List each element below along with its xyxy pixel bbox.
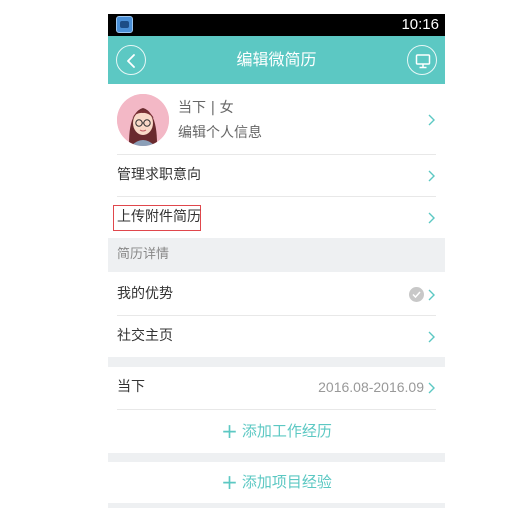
chevron-right-icon	[428, 289, 435, 301]
add-project-label: 添加项目经验	[241, 473, 332, 491]
edit-profile-label: 编辑个人信息	[178, 125, 262, 141]
status-time: 10:16	[401, 16, 439, 33]
add-work-button[interactable]: + 添加工作经历	[108, 410, 445, 453]
nav-bar: 编辑微简历	[108, 36, 445, 84]
chevron-right-icon	[428, 212, 435, 224]
plus-icon: +	[221, 419, 238, 443]
phone-screen: 10:16 编辑微简历 当下 | 女 编辑个人信息 管理求职意向 上传附件简历 …	[108, 14, 445, 508]
chevron-right-icon	[428, 114, 435, 126]
page-title: 编辑微简历	[236, 50, 317, 69]
resume-details-header: 简历详情	[108, 238, 445, 272]
add-work-label: 添加工作经历	[241, 422, 332, 440]
social-home-label: 社交主页	[117, 328, 173, 344]
advantage-row[interactable]: 我的优势	[108, 274, 445, 315]
work-date-range: 2016.08-2016.09	[318, 379, 424, 395]
profile-row[interactable]: 当下 | 女 编辑个人信息	[108, 84, 445, 154]
chevron-right-icon	[428, 170, 435, 182]
avatar	[117, 94, 169, 146]
preview-button[interactable]	[407, 45, 437, 75]
chevron-right-icon	[428, 331, 435, 343]
job-intent-row[interactable]: 管理求职意向	[108, 155, 445, 196]
work-company-label: 当下	[117, 379, 145, 395]
resume-details-title: 简历详情	[117, 247, 170, 262]
monitor-icon	[415, 54, 431, 69]
advantage-label: 我的优势	[117, 286, 173, 302]
upload-attachment-row[interactable]: 上传附件简历	[108, 197, 445, 238]
upload-attachment-label: 上传附件简历	[117, 209, 201, 225]
section-gap	[108, 503, 445, 508]
work-experience-row[interactable]: 当下 2016.08-2016.09	[108, 367, 445, 408]
job-intent-label: 管理求职意向	[117, 167, 201, 183]
app-icon	[116, 16, 133, 33]
status-bar: 10:16	[108, 14, 445, 36]
add-project-button[interactable]: + 添加项目经验	[108, 461, 445, 504]
plus-icon: +	[221, 470, 238, 494]
check-circle-icon	[409, 287, 424, 302]
social-home-row[interactable]: 社交主页	[108, 316, 445, 357]
chevron-right-icon	[428, 382, 435, 394]
profile-status-gender: 当下 | 女	[178, 100, 234, 116]
section-gap	[108, 357, 445, 367]
